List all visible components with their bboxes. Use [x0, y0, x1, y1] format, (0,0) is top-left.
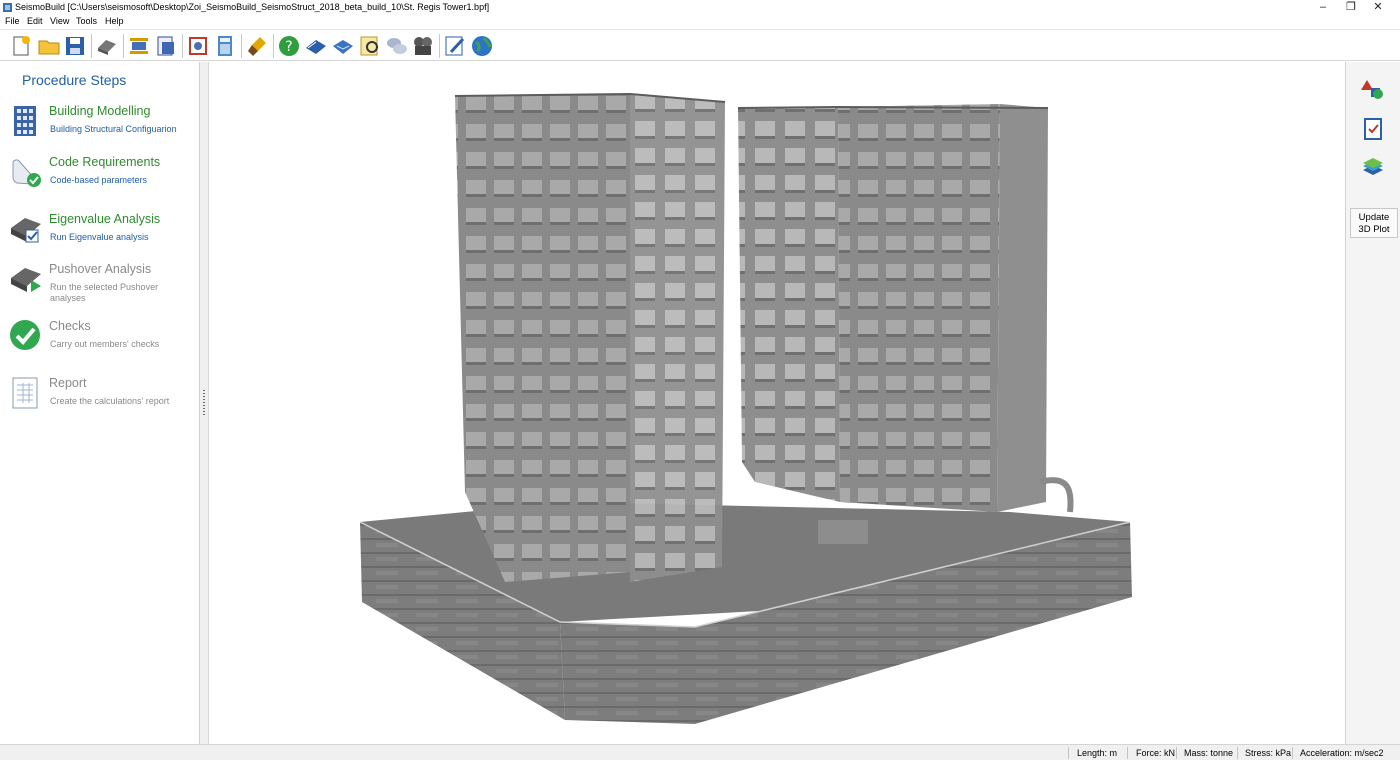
toolbar-separator — [241, 34, 242, 58]
toolbar: ? — [0, 29, 1400, 61]
update-label-line1: Update — [1358, 212, 1390, 223]
status-mass-unit: Mass: tonne — [1184, 748, 1234, 758]
edit-note-icon[interactable] — [443, 34, 467, 58]
brush-icon[interactable] — [245, 34, 269, 58]
right-tower-west — [738, 107, 840, 502]
step-description: Carry out members' checks — [50, 339, 160, 349]
film-camera-icon[interactable] — [411, 34, 435, 58]
update-label-line2: 3D Plot — [1358, 224, 1390, 235]
right-tool-panel: Update 3D Plot — [1345, 62, 1400, 744]
status-stress-unit: Stress: kPa — [1245, 748, 1292, 758]
right-tower-east — [997, 104, 1048, 512]
close-button[interactable]: ✕ — [1355, 0, 1400, 15]
step-report[interactable]: Report Create the calculations' report — [0, 376, 200, 428]
step-title: Pushover Analysis — [49, 262, 152, 276]
scroll-check-icon — [12, 159, 41, 187]
shapes-icon[interactable] — [1361, 78, 1385, 102]
status-divider — [1068, 747, 1069, 759]
fit-view-icon[interactable] — [127, 34, 151, 58]
layers-icon[interactable] — [1361, 156, 1385, 180]
menu-file[interactable]: File — [5, 16, 20, 26]
toolbar-separator — [182, 34, 183, 58]
report-icon — [12, 377, 38, 409]
left-tower-front — [455, 94, 630, 582]
status-divider — [1127, 747, 1128, 759]
left-tower-side — [630, 94, 725, 582]
procedure-steps-panel: Procedure Steps Building Modelling Build… — [0, 62, 200, 744]
step-description: Run Eigenvalue analysis — [50, 232, 149, 242]
save-icon[interactable] — [63, 34, 87, 58]
step-description: Run the selected Pushover analyses — [50, 282, 159, 303]
title-bar: SeismoBuild [C:\Users\seismosoft\Desktop… — [0, 0, 1400, 15]
step-pushover-analysis[interactable]: Pushover Analysis Run the selected Pusho… — [0, 262, 200, 314]
podium-front-wall — [560, 622, 695, 724]
checkmark-icon — [10, 320, 40, 350]
splitter-grip[interactable] — [203, 390, 205, 416]
cloud-chat-icon[interactable] — [385, 34, 409, 58]
app-icon — [3, 3, 12, 12]
open-folder-icon[interactable] — [37, 34, 61, 58]
eigenvalue-icon — [11, 218, 41, 243]
step-description: Building Structural Configuarion — [50, 124, 177, 134]
pushover-icon — [11, 268, 41, 292]
update-3d-plot-button[interactable]: Update 3D Plot — [1350, 208, 1398, 238]
status-divider — [1176, 747, 1177, 759]
toolbar-separator — [273, 34, 274, 58]
calculator-icon[interactable] — [213, 34, 237, 58]
status-divider — [1292, 747, 1293, 759]
menu-edit[interactable]: Edit — [27, 16, 43, 26]
status-divider — [1237, 747, 1238, 759]
search-report-icon[interactable] — [358, 34, 382, 58]
menu-view[interactable]: View — [50, 16, 69, 26]
step-description: Create the calculations' report — [50, 396, 170, 406]
step-checks[interactable]: Checks Carry out members' checks — [0, 319, 200, 371]
status-acceleration-unit: Acceleration: m/sec2 — [1300, 748, 1384, 758]
checklist-icon[interactable] — [1361, 117, 1385, 141]
panel-splitter[interactable] — [200, 62, 209, 744]
step-building-modelling[interactable]: Building Modelling Building Structural C… — [0, 104, 200, 156]
menu-tools[interactable]: Tools — [76, 16, 97, 26]
right-tower-front — [838, 104, 1000, 512]
window-title: SeismoBuild [C:\Users\seismosoft\Desktop… — [15, 2, 490, 12]
book-open-icon[interactable] — [331, 34, 355, 58]
help-icon[interactable]: ? — [277, 34, 301, 58]
step-title: Report — [49, 376, 87, 390]
toolbar-separator — [123, 34, 124, 58]
status-length-unit: Length: m — [1077, 748, 1118, 758]
3d-plot-viewport[interactable] — [210, 62, 1345, 744]
properties-icon[interactable] — [95, 34, 119, 58]
model-settings-icon[interactable] — [186, 34, 210, 58]
step-title: Code Requirements — [49, 155, 161, 169]
menu-bar: File Edit View Tools Help — [0, 15, 1400, 29]
step-eigenvalue-analysis[interactable]: Eigenvalue Analysis Run Eigenvalue analy… — [0, 212, 200, 264]
step-code-requirements[interactable]: Code Requirements Code-based parameters — [0, 155, 200, 207]
step-description: Code-based parameters — [50, 175, 148, 185]
toolbar-separator — [439, 34, 440, 58]
toolbar-separator — [91, 34, 92, 58]
building-3d-model — [359, 92, 1132, 724]
step-title: Checks — [49, 319, 91, 333]
procedure-steps-heading: Procedure Steps — [22, 72, 127, 88]
status-bar: Length: m Force: kN Mass: tonne Stress: … — [0, 744, 1400, 760]
step-title: Eigenvalue Analysis — [49, 212, 161, 226]
svg-text:?: ? — [285, 39, 292, 55]
new-file-icon[interactable] — [9, 34, 33, 58]
step-title: Building Modelling — [49, 104, 151, 118]
menu-help[interactable]: Help — [105, 16, 124, 26]
globe-icon[interactable] — [470, 34, 494, 58]
status-force-unit: Force: kN — [1136, 748, 1176, 758]
print-preview-icon[interactable] — [154, 34, 178, 58]
book-blue-icon[interactable] — [304, 34, 328, 58]
building-icon — [14, 106, 36, 136]
rooftop-structure — [818, 520, 868, 544]
